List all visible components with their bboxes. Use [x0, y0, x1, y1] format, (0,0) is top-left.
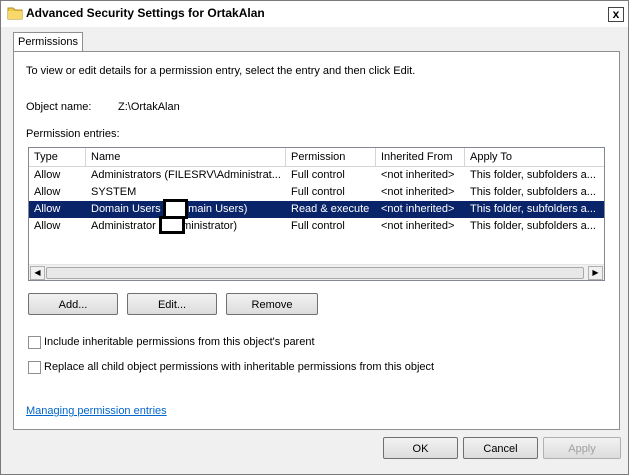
scroll-left-arrow-icon[interactable]: ◀ — [30, 266, 45, 280]
replace-child-option[interactable]: Replace all child object permissions wit… — [28, 361, 448, 375]
advanced-security-settings-dialog: Advanced Security Settings for OrtakAlan… — [0, 0, 629, 475]
replace-child-label[interactable]: Replace all child object permissions wit… — [44, 361, 434, 373]
table-row[interactable]: Allow Administrators (FILESRV\Administra… — [29, 167, 604, 184]
cell-apply-to: This folder, subfolders a... — [470, 203, 596, 215]
object-name-label: Object name: — [26, 101, 92, 113]
apply-button[interactable]: Apply — [543, 437, 621, 459]
horizontal-scrollbar[interactable]: ◀ ▶ — [29, 264, 604, 280]
cell-inherited-from: <not inherited> — [381, 186, 455, 198]
include-inheritable-label[interactable]: Include inheritable permissions from thi… — [44, 336, 315, 348]
permissions-description: To view or edit details for a permission… — [26, 65, 416, 77]
close-button[interactable]: x — [608, 7, 624, 22]
cancel-button[interactable]: Cancel — [463, 437, 538, 459]
managing-permission-entries-link[interactable]: Managing permission entries — [26, 405, 167, 417]
window-title: Advanced Security Settings for OrtakAlan — [26, 6, 265, 20]
include-inheritable-option[interactable]: Include inheritable permissions from thi… — [28, 336, 428, 350]
table-row-selected[interactable]: Allow Domain Users ( (Domain Users) Read… — [29, 201, 604, 218]
folder-icon — [7, 7, 23, 20]
scrollbar-thumb[interactable] — [46, 267, 584, 279]
cell-apply-to: This folder, subfolders a... — [470, 186, 596, 198]
cell-inherited-from: <not inherited> — [381, 203, 455, 215]
column-header-permission[interactable]: Permission — [286, 148, 376, 166]
cell-type: Allow — [34, 169, 61, 181]
cell-name: Administrators (FILESRV\Administrat... — [91, 169, 281, 181]
scroll-right-arrow-icon[interactable]: ▶ — [588, 266, 603, 280]
table-row[interactable]: Allow SYSTEM Full control <not inherited… — [29, 184, 604, 201]
column-header-type[interactable]: Type — [29, 148, 86, 166]
permission-entries-label: Permission entries: — [26, 128, 120, 140]
table-row[interactable]: Allow Administrator ( \Administrator) Fu… — [29, 218, 604, 235]
cell-permission: Full control — [291, 220, 345, 232]
cell-permission: Full control — [291, 186, 345, 198]
object-name-value: Z:\OrtakAlan — [118, 101, 180, 113]
cell-inherited-from: <not inherited> — [381, 220, 455, 232]
edit-button[interactable]: Edit... — [127, 293, 217, 315]
cell-inherited-from: <not inherited> — [381, 169, 455, 181]
column-header-apply-to[interactable]: Apply To — [465, 148, 604, 166]
cell-type: Allow — [34, 220, 61, 232]
cell-type: Allow — [34, 186, 61, 198]
cell-permission: Read & execute — [291, 203, 370, 215]
cell-name: Administrator ( \Administrator) — [91, 220, 238, 232]
remove-button[interactable]: Remove — [226, 293, 318, 315]
tab-permissions[interactable]: Permissions — [13, 32, 83, 53]
replace-child-checkbox[interactable] — [28, 361, 41, 374]
cell-permission: Full control — [291, 169, 345, 181]
column-header-inherited-from[interactable]: Inherited From — [376, 148, 465, 166]
permission-entries-list[interactable]: Type Name Permission Inherited From Appl… — [28, 147, 605, 281]
add-button[interactable]: Add... — [28, 293, 118, 315]
list-header: Type Name Permission Inherited From Appl… — [29, 148, 604, 167]
include-inheritable-checkbox[interactable] — [28, 336, 41, 349]
column-header-name[interactable]: Name — [86, 148, 286, 166]
cell-apply-to: This folder, subfolders a... — [470, 220, 596, 232]
title-bar: Advanced Security Settings for OrtakAlan… — [1, 1, 628, 27]
cell-apply-to: This folder, subfolders a... — [470, 169, 596, 181]
cell-type: Allow — [34, 203, 61, 215]
redaction-box — [159, 216, 185, 234]
ok-button[interactable]: OK — [383, 437, 458, 459]
